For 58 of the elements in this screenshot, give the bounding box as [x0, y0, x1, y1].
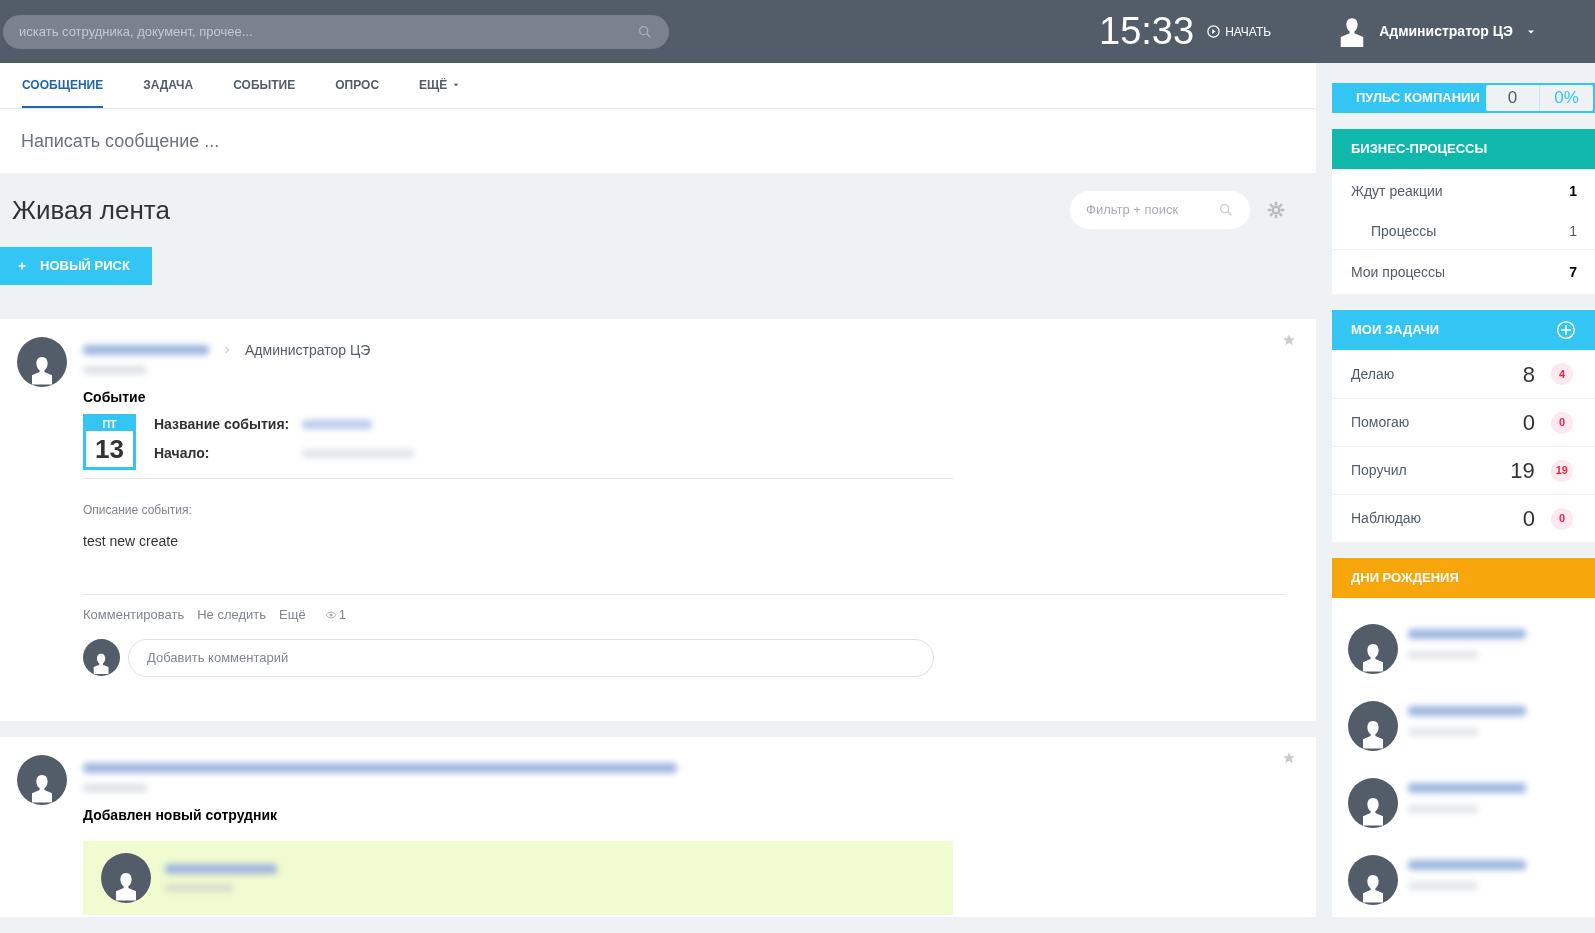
plus-icon [16, 260, 28, 272]
post-type-label: Добавлен новый сотрудник [83, 806, 279, 825]
description-label: Описание события: [83, 502, 193, 519]
post-action-link[interactable]: Ещё [279, 605, 306, 625]
field-label: Название события: [154, 415, 291, 434]
filter-search-field[interactable]: Фильтр + поиск [1070, 191, 1250, 229]
task-row[interactable]: Поручил 19 19 [1332, 446, 1595, 494]
blurred-text [83, 366, 147, 374]
composer-tab[interactable]: ОПРОС [335, 63, 380, 108]
avatar-icon [17, 755, 67, 805]
search-icon [1218, 202, 1234, 218]
calendar-date-icon: ПТ 13 [83, 414, 136, 470]
feed-title: Живая лента [12, 193, 170, 227]
settings-icon [1266, 200, 1286, 220]
eye-icon [324, 608, 337, 621]
widget-title: ДНИ РОЖДЕНИЯ [1351, 569, 1459, 588]
add-icon[interactable] [1556, 320, 1576, 340]
view-count: 1 [338, 606, 346, 624]
star-icon [1282, 333, 1296, 347]
start-button[interactable]: НАЧАТЬ [1206, 22, 1272, 41]
avatar-icon [17, 337, 67, 387]
process-row[interactable]: Мои процессы 7 [1332, 250, 1595, 294]
user-menu[interactable]: Администратор ЦЭ [1337, 16, 1537, 47]
search-field[interactable]: искать сотрудника, документ, прочее... [3, 14, 669, 49]
field-label: Начало: [154, 444, 211, 463]
message-field[interactable]: Написать сообщение ... [0, 109, 1316, 173]
post-type-label: Событие [83, 388, 147, 407]
widget-title: БИЗНЕС-ПРОЦЕССЫ [1351, 140, 1488, 159]
pulse-counter: 0 0% [1486, 85, 1593, 111]
search-icon [637, 23, 653, 40]
comment-field[interactable]: Добавить комментарий [128, 638, 934, 677]
blurred-text [83, 784, 147, 792]
avatar-icon [101, 853, 151, 903]
post-action-link[interactable]: Не следить [197, 605, 267, 625]
filter-search-input[interactable]: Фильтр + поиск [1086, 200, 1218, 220]
avatar-icon [83, 639, 120, 676]
pulse-title: ПУЛЬС КОМПАНИИ [1356, 89, 1481, 108]
task-row[interactable]: Наблюдаю 0 0 [1332, 494, 1595, 542]
task-row[interactable]: Помогаю 0 0 [1332, 398, 1595, 446]
task-row[interactable]: Делаю 8 4 [1332, 350, 1595, 398]
clock-time: 15:33 [1099, 9, 1195, 54]
process-row[interactable]: Ждут реакции 1 [1332, 169, 1595, 213]
avatar-icon [1348, 778, 1398, 828]
search-input[interactable]: искать сотрудника, документ, прочее... [19, 21, 637, 42]
process-row[interactable]: Процессы 1 [1332, 213, 1595, 249]
avatar-icon [1348, 701, 1398, 751]
recipient-name: Администратор ЦЭ [245, 340, 371, 360]
composer-tab[interactable]: СОБЫТИЕ [233, 63, 296, 108]
widget-title: МОИ ЗАДАЧИ [1351, 321, 1440, 340]
composer-tab[interactable]: ЕЩЁ [419, 63, 462, 108]
description-text: test new create [83, 532, 179, 551]
avatar-icon [1348, 624, 1398, 674]
composer-tab[interactable]: ЗАДАЧА [143, 63, 194, 108]
star-icon [1282, 751, 1296, 765]
blurred-text [302, 420, 372, 429]
avatar-icon [1348, 855, 1398, 905]
post-action-link[interactable]: Комментировать [83, 605, 185, 625]
play-icon [1206, 24, 1222, 39]
